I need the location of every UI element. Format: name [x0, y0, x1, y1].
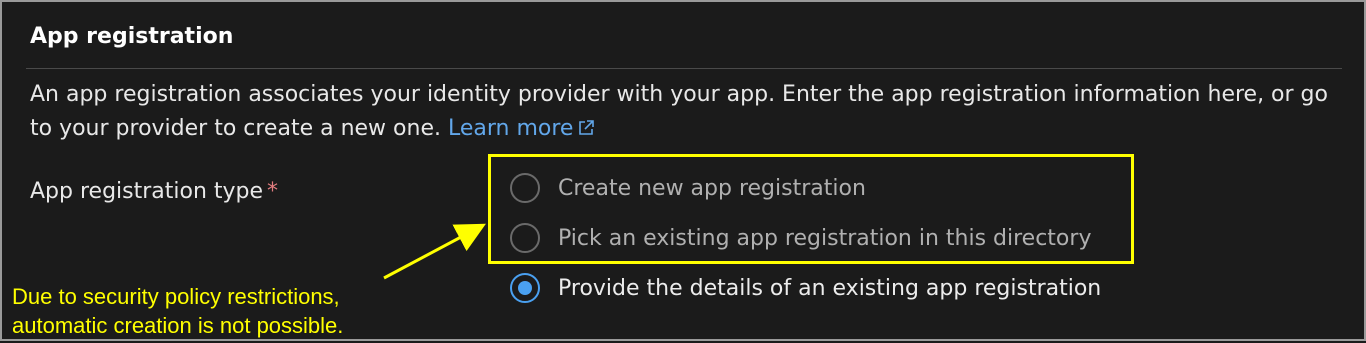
- radio-dot-icon: [518, 281, 532, 295]
- radio-create-new-app-registration[interactable]: Create new app registration: [510, 171, 866, 205]
- radio-label-pick-existing: Pick an existing app registration in thi…: [558, 225, 1092, 251]
- app-registration-type-label: App registration type *: [30, 179, 278, 204]
- radio-label-create-new: Create new app registration: [558, 175, 866, 201]
- radio-pick-existing-app-registration[interactable]: Pick an existing app registration in thi…: [510, 221, 1091, 255]
- external-link-icon: [577, 114, 595, 148]
- radio-circle-icon: [510, 173, 540, 203]
- learn-more-label: Learn more: [447, 116, 574, 141]
- radio-circle-icon: [510, 223, 540, 253]
- radio-label-provide-details: Provide the details of an existing app r…: [558, 275, 1102, 301]
- section-title: App registration: [30, 24, 234, 49]
- required-marker: *: [267, 179, 279, 204]
- radio-selected-icon: [510, 273, 540, 303]
- section-description: An app registration associates your iden…: [30, 78, 1350, 148]
- description-text: An app registration associates your iden…: [30, 82, 1328, 141]
- field-label-text: App registration type: [30, 179, 264, 204]
- learn-more-link[interactable]: Learn more: [448, 116, 595, 141]
- radio-provide-existing-details[interactable]: Provide the details of an existing app r…: [510, 271, 1101, 305]
- annotation-line-2: automatic creation is not possible.: [12, 313, 344, 338]
- annotation-line-1: Due to security policy restrictions,: [12, 284, 340, 309]
- app-registration-panel: App registration An app registration ass…: [0, 0, 1366, 341]
- title-divider: [26, 68, 1342, 69]
- annotation-callout: Due to security policy restrictions, aut…: [12, 282, 343, 340]
